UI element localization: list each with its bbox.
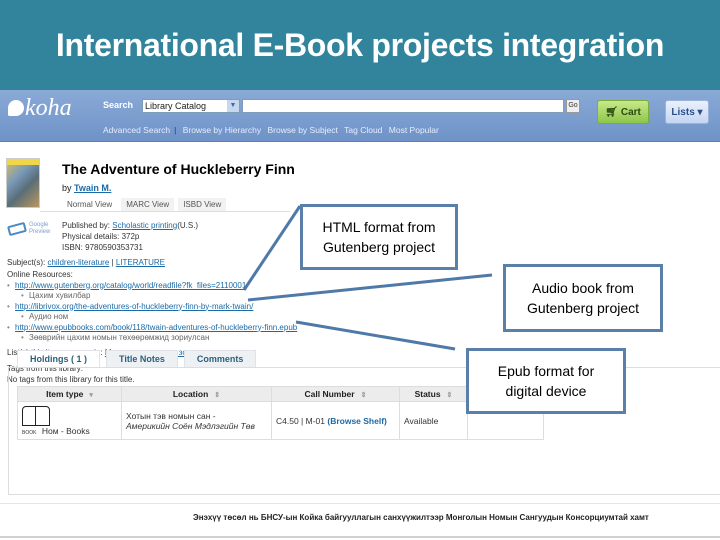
cart-label: Cart	[620, 106, 641, 118]
column-header-call-number[interactable]: Call Number ⇕	[271, 386, 400, 402]
lists-button[interactable]: Lists ▾	[665, 100, 709, 124]
online-resource-item: http://librivox.org/the-adventures-of-hu…	[7, 302, 307, 313]
tab-holdings[interactable]: Holdings ( 1 )	[17, 350, 100, 367]
open-book-icon	[7, 221, 27, 237]
separator: |	[174, 125, 177, 135]
footer-text: Энэхүү төсөл нь БНСУ-ын Койка байгууллаг…	[193, 513, 649, 522]
tab-isbd-view[interactable]: ISBD View	[178, 198, 227, 211]
view-tabs: Normal View MARC View ISBD View	[62, 198, 227, 211]
record-author: by Twain M.	[62, 183, 111, 193]
go-button[interactable]: Go	[566, 99, 580, 113]
online-resource-item: http://www.epubbooks.com/book/118/twain-…	[7, 323, 307, 334]
subject-link-literature[interactable]: LITERATURE	[116, 258, 165, 267]
author-link[interactable]: Twain M.	[74, 183, 111, 193]
column-header-status[interactable]: Status ⇕	[399, 386, 468, 402]
physical-details: Physical details: 372p	[62, 232, 140, 241]
table-header-row: Item type ▾ Location ⇕ Call Number ⇕ Status…	[17, 386, 544, 402]
column-header-location[interactable]: Location ⇕	[121, 386, 272, 402]
cover-band	[7, 159, 39, 165]
google-preview-button[interactable]: Google Preview	[7, 221, 51, 237]
search-label: Search	[103, 100, 134, 110]
slide-title-bar: International E-Book projects integratio…	[0, 0, 720, 90]
cart-button[interactable]: 🛒︎ Cart	[597, 100, 649, 124]
most-popular-link[interactable]: Most Popular	[389, 125, 439, 135]
online-resource-note: Аудио ном	[7, 312, 307, 323]
cell-location: Хотын тэв номын сан - Америкийн Соён Мэд…	[121, 401, 272, 440]
online-resource-note: Зөөврийн цахим номын төхөөрөмжид зориулс…	[7, 333, 307, 344]
koha-logo-icon	[8, 100, 24, 116]
holdings-tabs: Holdings ( 1 ) Title Notes Comments	[17, 350, 257, 367]
book-icon	[22, 405, 50, 426]
tab-normal-view[interactable]: Normal View	[62, 198, 118, 211]
callout-epub-format: Epub format for digital device	[466, 348, 626, 414]
search-input[interactable]	[242, 99, 564, 113]
tab-title-notes[interactable]: Title Notes	[106, 350, 178, 367]
advanced-search-link[interactable]: Advanced Search	[103, 125, 170, 135]
table-row: BOOK Ном - Books Хотын тэв номын сан - А…	[17, 401, 544, 440]
search-scope-select[interactable]: Library Catalog ▼	[142, 99, 240, 113]
browse-shelf-link[interactable]: (Browse Shelf)	[327, 416, 387, 426]
online-resource-note: Цахим хувилбар	[7, 291, 307, 302]
gutenberg-html-link[interactable]: http://www.gutenberg.org/catalog/world/r…	[15, 281, 246, 290]
subject-link-children-literature[interactable]: children-literature	[47, 258, 109, 267]
koha-logo[interactable]: koha	[8, 95, 72, 122]
subjects: Subject(s): children-literature | LITERA…	[7, 258, 166, 267]
divider	[0, 536, 720, 538]
isbn: ISBN: 9780590353731	[62, 243, 143, 252]
epub-link[interactable]: http://www.epubbooks.com/book/118/twain-…	[15, 323, 297, 332]
book-cover-image[interactable]	[6, 158, 40, 208]
sort-icon: ⇕	[214, 392, 221, 399]
record-details: Published by: Scholastic printing(U.S.) …	[62, 220, 198, 253]
browse-subject-link[interactable]: Browse by Subject	[268, 125, 338, 135]
published-by: Published by: Scholastic printing(U.S.)	[62, 221, 199, 230]
sort-icon: ⇕	[360, 392, 367, 399]
librivox-audio-link[interactable]: http://librivox.org/the-adventures-of-hu…	[15, 302, 253, 311]
google-preview-label: Google Preview	[29, 222, 51, 235]
koha-header: koha Search Library Catalog ▼ Go 🛒︎ Cart…	[0, 90, 720, 142]
column-header-item-type[interactable]: Item type ▾	[17, 386, 122, 402]
online-resources-label: Online Resources:	[7, 270, 73, 279]
cell-call-number: C4.50 | M-01 (Browse Shelf)	[271, 401, 400, 440]
holdings-table: Item type ▾ Location ⇕ Call Number ⇕ Status…	[17, 386, 544, 440]
divider	[0, 503, 720, 504]
callout-html-format: HTML format from Gutenberg project	[300, 204, 458, 270]
search-sublinks: Advanced Search | Browse by Hierarchy Bro…	[103, 125, 443, 135]
callout-audio-book: Audio book from Gutenberg project	[503, 264, 663, 332]
publisher-link[interactable]: Scholastic printing	[112, 221, 177, 230]
online-resource-item: http://www.gutenberg.org/catalog/world/r…	[7, 281, 307, 292]
tag-cloud-link[interactable]: Tag Cloud	[344, 125, 382, 135]
cell-status: Available	[399, 401, 468, 440]
tab-comments[interactable]: Comments	[183, 350, 257, 367]
browse-hierarchy-link[interactable]: Browse by Hierarchy	[183, 125, 261, 135]
tab-marc-view[interactable]: MARC View	[121, 198, 175, 211]
cell-item-type: BOOK Ном - Books	[17, 401, 122, 440]
sort-icon: ▾	[89, 392, 93, 399]
sort-icon: ⇕	[446, 392, 453, 399]
cart-icon: 🛒︎	[605, 106, 618, 118]
by-label: by	[62, 183, 72, 193]
chevron-down-icon: ▼	[227, 100, 239, 112]
search-scope-value: Library Catalog	[145, 101, 207, 111]
koha-logo-text: koha	[25, 95, 72, 121]
record-title: The Adventure of Huckleberry Finn	[62, 161, 295, 177]
slide-title: International E-Book projects integratio…	[55, 26, 665, 63]
divider	[40, 211, 290, 212]
